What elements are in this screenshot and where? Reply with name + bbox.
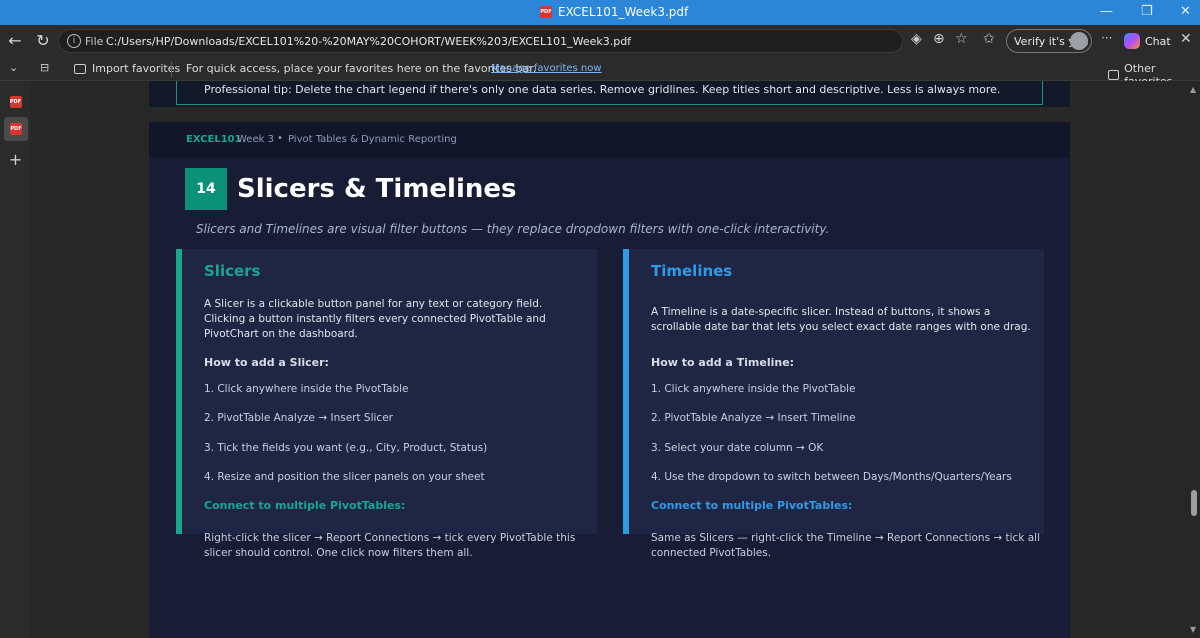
slicers-card: Slicers A Slicer is a clickable button p… [176, 249, 597, 534]
course-brand: EXCEL101 [186, 134, 242, 145]
week-label: Week 3 [237, 134, 274, 145]
close-sidebar-icon[interactable]: ✕ [1180, 31, 1192, 47]
slicers-step: 2. PivotTable Analyze → Insert Slicer [204, 412, 393, 424]
close-icon[interactable]: ✕ [1180, 4, 1191, 19]
address-bar: ← ↻ i File C:/Users/HP/Downloads/EXCEL10… [0, 25, 1200, 57]
import-favorites-label: Import favorites [92, 62, 181, 75]
section-number-badge: 14 [185, 168, 227, 210]
minimize-icon[interactable]: — [1100, 4, 1113, 19]
immersive-reader-icon[interactable]: ◈ [911, 31, 922, 47]
pdf-viewer[interactable]: Professional tip: Delete the chart legen… [31, 81, 1200, 638]
timelines-step: 4. Use the dropdown to switch between Da… [651, 471, 1012, 483]
new-tab-plus-icon[interactable]: + [7, 150, 24, 169]
url-scheme-label: File [85, 35, 104, 48]
vertical-tabs-sidebar: PDF PDF + [0, 81, 31, 638]
chat-label: Chat [1145, 34, 1171, 48]
slicers-step: 1. Click anywhere inside the PivotTable [204, 383, 409, 395]
slicers-heading: Slicers [204, 262, 261, 280]
slicers-step: 3. Tick the fields you want (e.g., City,… [204, 442, 488, 454]
slicers-connect-heading: Connect to multiple PivotTables: [204, 499, 406, 512]
page-subtitle: Slicers and Timelines are visual filter … [196, 222, 830, 236]
slicers-step: 4. Resize and position the slicer panels… [204, 471, 485, 483]
manage-favorites-link[interactable]: Manage favorites now [491, 63, 602, 74]
timelines-howto-heading: How to add a Timeline: [651, 356, 795, 369]
folder-icon [1108, 70, 1120, 80]
tab-actions-icon[interactable]: ⊟ [40, 61, 49, 74]
scroll-down-arrow-icon[interactable]: ▼ [1190, 625, 1196, 634]
back-arrow-icon[interactable]: ← [5, 31, 25, 51]
slicers-howto-heading: How to add a Slicer: [204, 356, 329, 369]
scrollbar-thumb[interactable] [1191, 490, 1197, 516]
topic-label: Pivot Tables & Dynamic Reporting [288, 134, 457, 145]
more-options-icon[interactable]: ··· [1101, 31, 1112, 45]
favorites-message: For quick access, place your favorites h… [186, 62, 537, 75]
info-icon[interactable]: i [67, 34, 81, 48]
timelines-connect-text: Same as Slicers — right-click the Timeli… [651, 532, 1041, 559]
timelines-connect-heading: Connect to multiple PivotTables: [651, 499, 853, 512]
timelines-heading: Timelines [651, 262, 733, 280]
favorite-star-icon[interactable]: ☆ [955, 31, 968, 47]
timelines-step: 3. Select your date column → OK [651, 442, 824, 454]
timelines-step: 2. PivotTable Analyze → Insert Timeline [651, 412, 856, 424]
refresh-icon[interactable]: ↻ [33, 31, 53, 51]
pdf-tab-icon: PDF [9, 95, 22, 108]
window-title-text: EXCEL101_Week3.pdf [558, 5, 689, 19]
timelines-description: A Timeline is a date-specific slicer. In… [651, 306, 1031, 333]
window-title: PDF EXCEL101_Week3.pdf [540, 5, 688, 19]
copilot-icon [1124, 33, 1140, 49]
pdf-file-icon: PDF [540, 6, 552, 18]
verify-profile-button[interactable]: Verify it's you [1006, 29, 1092, 53]
previous-page: Professional tip: Delete the chart legen… [149, 81, 1070, 107]
page-title: Slicers & Timelines [237, 174, 517, 204]
header-separator: • [277, 133, 283, 144]
favorites-divider [171, 61, 172, 77]
tab-pdf-1[interactable]: PDF [7, 93, 24, 110]
pdf-tab-icon: PDF [10, 123, 22, 135]
slicers-connect-text: Right-click the slicer → Report Connecti… [204, 532, 576, 559]
url-field[interactable]: i File C:/Users/HP/Downloads/EXCEL101%20… [58, 29, 903, 53]
favorites-list-icon[interactable]: ✩ [983, 31, 995, 47]
timelines-accent-bar [623, 249, 629, 534]
window-title-bar: PDF EXCEL101_Week3.pdf — ❐ ✕ [0, 0, 1200, 25]
slicers-accent-bar [176, 249, 182, 534]
timelines-step: 1. Click anywhere inside the PivotTable [651, 383, 856, 395]
professional-tip-text: Professional tip: Delete the chart legen… [204, 83, 1001, 96]
slicers-description: A Slicer is a clickable button panel for… [204, 298, 546, 340]
chevron-down-icon[interactable]: ⌄ [9, 61, 18, 74]
restore-icon[interactable]: ❐ [1141, 4, 1153, 19]
import-icon [74, 63, 86, 74]
pdf-page: EXCEL101 Week 3 • Pivot Tables & Dynamic… [149, 122, 1070, 638]
zoom-icon[interactable]: ⊕ [933, 31, 945, 47]
avatar [1070, 32, 1088, 50]
professional-tip-box: Professional tip: Delete the chart legen… [176, 81, 1043, 105]
scroll-up-arrow-icon[interactable]: ▲ [1190, 85, 1196, 94]
import-favorites-button[interactable]: Import favorites [74, 62, 180, 75]
url-text[interactable]: C:/Users/HP/Downloads/EXCEL101%20-%20MAY… [106, 35, 631, 48]
tab-pdf-2-active[interactable]: PDF [4, 117, 28, 141]
chat-button[interactable]: Chat [1124, 29, 1176, 53]
timelines-card: Timelines A Timeline is a date-specific … [623, 249, 1044, 534]
favorites-bar: ⌄ ⊟ Import favorites For quick access, p… [0, 57, 1200, 88]
page-header: EXCEL101 Week 3 • Pivot Tables & Dynamic… [149, 122, 1070, 158]
vertical-scrollbar[interactable]: ▲ ▼ [1187, 81, 1200, 638]
